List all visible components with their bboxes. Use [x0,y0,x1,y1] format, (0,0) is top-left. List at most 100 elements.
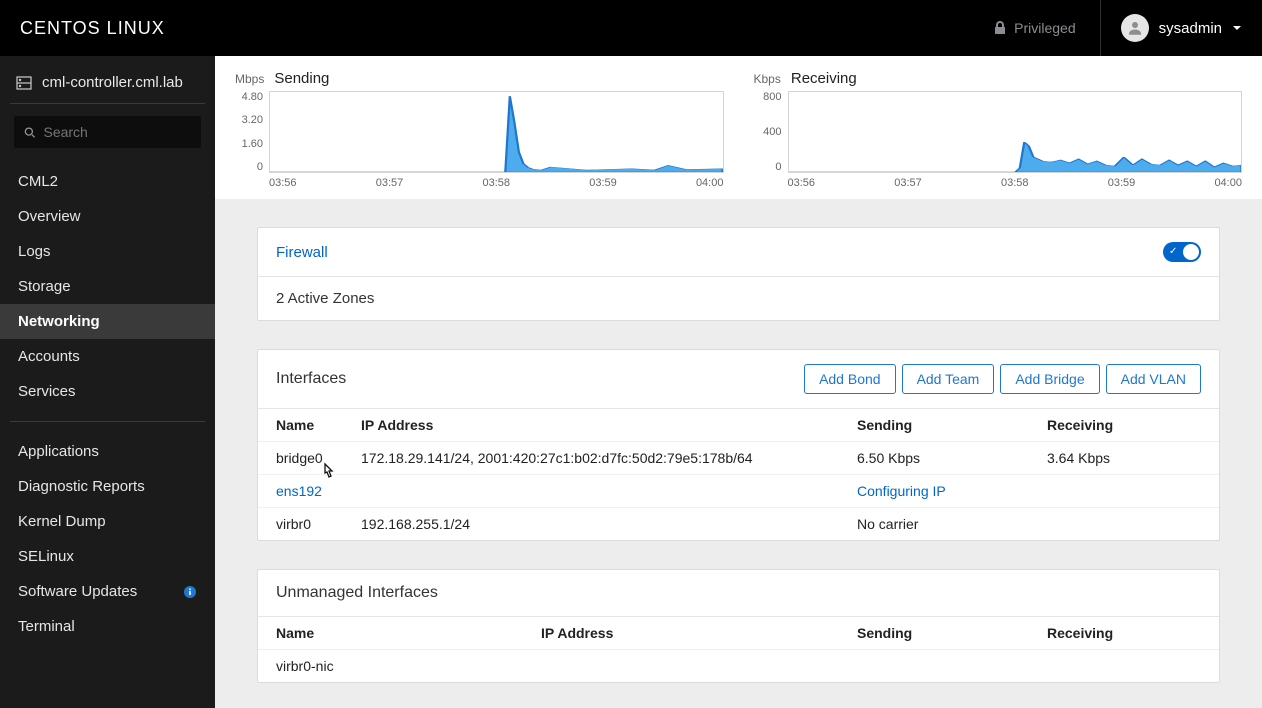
interface-ip: 192.168.255.1/24 [343,508,839,541]
sidebar-item-applications[interactable]: Applications [0,434,215,469]
interface-name: virbr0-nic [258,650,523,683]
column-header: Sending [839,409,1029,442]
sidebar-item-kernel-dump[interactable]: Kernel Dump [0,504,215,539]
firewall-toggle[interactable]: ✓ [1163,242,1201,262]
sidebar-item-overview[interactable]: Overview [0,199,215,234]
lock-icon [994,21,1006,35]
table-row[interactable]: virbr0192.168.255.1/24No carrier [258,508,1219,541]
interface-sending [839,650,1029,683]
search-input-wrap[interactable] [14,116,201,148]
firewall-link[interactable]: Firewall [276,244,328,261]
interface-sending: Configuring IP [839,475,1029,508]
unmanaged-title: Unmanaged Interfaces [276,584,438,602]
interface-ip [343,475,839,508]
sidebar-item-accounts[interactable]: Accounts [0,339,215,374]
privileged-badge[interactable]: Privileged [994,20,1075,36]
divider [10,103,205,104]
interface-receiving [1029,508,1219,541]
sidebar-item-label: Logs [18,243,51,260]
user-name: sysadmin [1159,20,1222,37]
column-header: Name [258,617,523,650]
interface-receiving [1029,650,1219,683]
sidebar-item-label: Terminal [18,618,75,635]
plot-area [788,91,1243,173]
sidebar-item-label: Software Updates [18,583,137,600]
main-content: Mbps Sending 4.803.201.600 03:5603:5703:… [215,56,1262,708]
nav-group: CML2 Overview Logs Storage Networking Account… [0,164,215,409]
table-row[interactable]: virbr0-nic [258,650,1219,683]
brand-title: CENTOS LINUX [20,18,165,39]
interface-receiving [1029,475,1219,508]
sidebar-item-label: Kernel Dump [18,513,106,530]
chart-title: Receiving [791,70,857,87]
chart-sending: Mbps Sending 4.803.201.600 03:5603:5703:… [235,70,724,189]
check-icon: ✓ [1169,246,1177,257]
sidebar-item-label: Applications [18,443,99,460]
add-bond-button[interactable]: Add Bond [804,364,896,394]
sidebar-item-services[interactable]: Services [0,374,215,409]
interface-sending: 6.50 Kbps [839,442,1029,475]
avatar-icon [1121,14,1149,42]
interface-receiving: 3.64 Kbps [1029,442,1219,475]
firewall-panel: Firewall ✓ 2 Active Zones [257,227,1220,321]
unmanaged-table: NameIP AddressSendingReceiving virbr0-ni… [258,617,1219,682]
interface-sending: No carrier [839,508,1029,541]
column-header: Name [258,409,343,442]
y-axis: 4.803.201.600 [235,91,269,173]
interfaces-panel: Interfaces Add BondAdd TeamAdd BridgeAdd… [257,349,1220,541]
interface-name: virbr0 [258,508,343,541]
interfaces-actions: Add BondAdd TeamAdd BridgeAdd VLAN [804,364,1201,394]
column-header: Receiving [1029,409,1219,442]
sidebar-item-software-updates[interactable]: Software Updates [0,574,215,609]
interfaces-title: Interfaces [276,370,346,388]
interface-ip: 172.18.29.141/24, 2001:420:27c1:b02:d7fc… [343,442,839,475]
host-selector[interactable]: cml-controller.cml.lab [0,56,215,103]
y-axis: 8004000 [754,91,788,173]
sidebar-item-storage[interactable]: Storage [0,269,215,304]
search-icon [24,126,35,139]
unmanaged-panel: Unmanaged Interfaces NameIP AddressSendi… [257,569,1220,683]
sidebar-item-label: Accounts [18,348,80,365]
sidebar-item-networking[interactable]: Networking [0,304,215,339]
add-vlan-button[interactable]: Add VLAN [1106,364,1201,394]
sidebar-item-terminal[interactable]: Terminal [0,609,215,644]
nav-group: Applications Diagnostic Reports Kernel Dum… [0,434,215,644]
x-axis: 03:5603:5703:5803:5904:00 [788,173,1243,189]
interfaces-table: NameIP AddressSendingReceiving bridge017… [258,409,1219,540]
sidebar-item-label: CML2 [18,173,58,190]
sidebar-item-label: Overview [18,208,81,225]
table-row[interactable]: ens192 Configuring IP [258,475,1219,508]
table-header-row: NameIP AddressSendingReceiving [258,617,1219,650]
sidebar-item-label: Diagnostic Reports [18,478,145,495]
chart-receiving: Kbps Receiving 8004000 03:5603:5703:5803… [754,70,1243,189]
info-icon [183,585,197,599]
sidebar: cml-controller.cml.lab CML2 Overview Logs S… [0,56,215,708]
top-bar: CENTOS LINUX Privileged sysadmin [0,0,1262,56]
table-header-row: NameIP AddressSendingReceiving [258,409,1219,442]
chart-unit: Kbps [754,72,781,86]
search-input[interactable] [43,124,191,140]
interface-name: bridge0 [258,442,343,475]
caret-down-icon [1232,23,1242,33]
sidebar-item-label: Networking [18,313,100,330]
add-team-button[interactable]: Add Team [902,364,995,394]
column-header: IP Address [343,409,839,442]
sidebar-item-diagnostic-reports[interactable]: Diagnostic Reports [0,469,215,504]
plot-area [269,91,724,173]
add-bridge-button[interactable]: Add Bridge [1000,364,1099,394]
sidebar-item-logs[interactable]: Logs [0,234,215,269]
chart-title: Sending [274,70,329,87]
divider [10,421,205,422]
sidebar-item-label: Storage [18,278,71,295]
column-header: Sending [839,617,1029,650]
sidebar-item-label: SELinux [18,548,74,565]
sidebar-item-selinux[interactable]: SELinux [0,539,215,574]
user-menu[interactable]: sysadmin [1100,0,1242,56]
interface-ip [523,650,839,683]
sidebar-item-label: Services [18,383,76,400]
column-header: Receiving [1029,617,1219,650]
interface-name: ens192 [258,475,343,508]
server-icon [16,75,32,91]
sidebar-item-cml2[interactable]: CML2 [0,164,215,199]
table-row[interactable]: bridge0172.18.29.141/24, 2001:420:27c1:b… [258,442,1219,475]
